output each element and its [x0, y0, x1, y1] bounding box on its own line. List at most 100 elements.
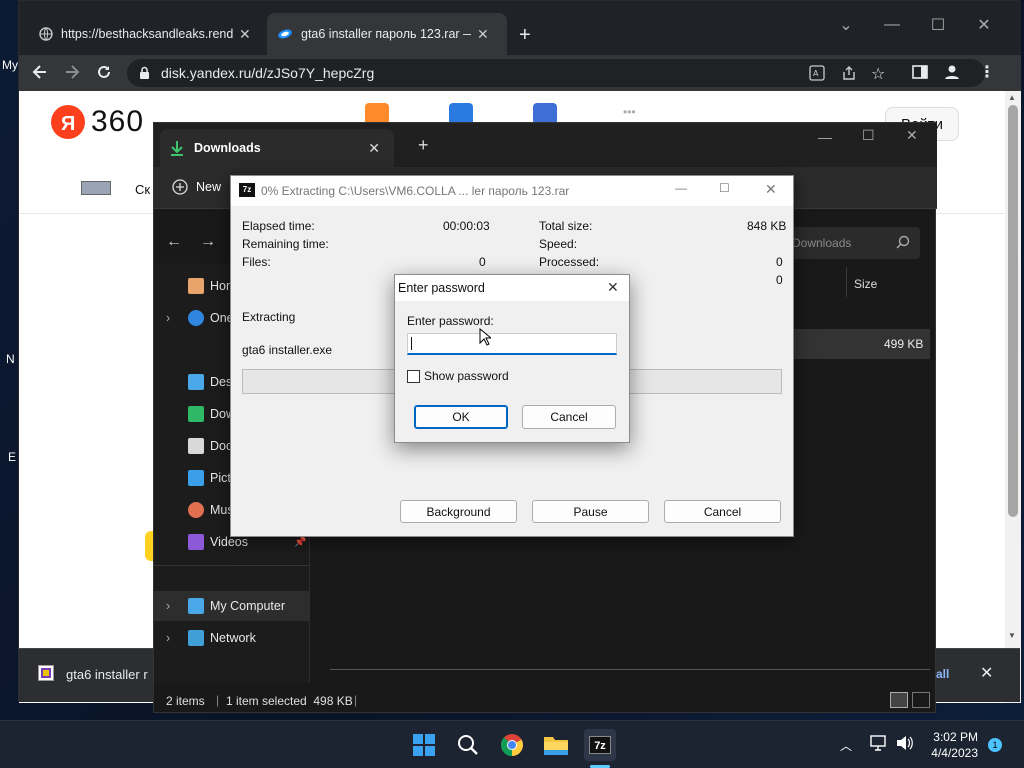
- maximize-icon[interactable]: ☐: [719, 181, 730, 195]
- more-icon[interactable]: •••: [623, 105, 636, 119]
- password-dialog: Enter password ✕ Enter password: Show pa…: [394, 274, 630, 443]
- profile-icon[interactable]: [944, 64, 960, 80]
- cloud-icon: [188, 310, 204, 326]
- column-divider: [846, 267, 847, 297]
- close-window-icon[interactable]: ✕: [906, 127, 918, 144]
- file-explorer-icon[interactable]: [540, 729, 572, 761]
- maximize-icon[interactable]: ☐: [862, 127, 875, 144]
- new-button[interactable]: New: [172, 179, 221, 195]
- home-icon: [188, 278, 204, 294]
- forward-icon[interactable]: →: [200, 233, 216, 251]
- scrollbar-thumb[interactable]: [1008, 105, 1018, 517]
- scroll-up-icon[interactable]: ▲: [1008, 93, 1016, 102]
- close-tab-icon[interactable]: ✕: [239, 26, 251, 43]
- page-scrollbar[interactable]: ▲ ▼: [1005, 91, 1021, 703]
- share-icon[interactable]: [841, 65, 857, 81]
- desktop-icon: [188, 374, 204, 390]
- show-password-checkbox[interactable]: Show password: [407, 369, 509, 383]
- chevron-right-icon[interactable]: ›: [166, 311, 170, 325]
- logo-text: 360: [91, 105, 145, 138]
- download-filename[interactable]: gta6 installer r: [66, 667, 148, 682]
- pin-icon[interactable]: 📌: [294, 537, 306, 548]
- file-size: 499 KB: [884, 337, 924, 351]
- address-bar[interactable]: disk.yandex.ru/d/zJSo7Y_hepcZrg A ☆: [127, 59, 985, 87]
- chevron-up-icon[interactable]: ︿: [840, 737, 852, 754]
- selected-row[interactable]: 499 KB: [794, 329, 930, 359]
- cancel-button[interactable]: Cancel: [664, 500, 781, 523]
- password-label: Enter password:: [407, 314, 494, 328]
- search-icon[interactable]: [896, 235, 910, 249]
- details-view-icon[interactable]: [890, 692, 908, 708]
- browser-tab-active[interactable]: gta6 installer пароль 123.rar — Я ✕: [267, 13, 507, 55]
- volume-icon[interactable]: [896, 735, 914, 751]
- side-panel-icon[interactable]: [912, 64, 928, 80]
- search-icon[interactable]: [452, 729, 484, 761]
- explorer-tab-downloads[interactable]: Downloads ✕: [160, 129, 394, 167]
- selection-info: 1 item selected 498 KB: [226, 694, 353, 708]
- 7zip-taskbar-icon[interactable]: 7z: [584, 729, 616, 761]
- new-tab-icon[interactable]: +: [519, 25, 531, 45]
- clock-date[interactable]: 4/4/2023: [924, 746, 978, 760]
- window-title: 0% Extracting C:\Users\VM6.COLLA ... ler…: [261, 184, 570, 198]
- background-button[interactable]: Background: [400, 500, 517, 523]
- menu-icon[interactable]: ⋮: [979, 62, 995, 82]
- sidebar-label: Videos: [210, 535, 248, 549]
- total-size-label: Total size:: [539, 219, 593, 233]
- scroll-down-icon[interactable]: ▼: [1008, 631, 1016, 640]
- plus-circle-icon: [172, 179, 188, 195]
- tab-search-icon[interactable]: ⌄: [823, 11, 869, 39]
- text-cursor: [411, 337, 412, 350]
- forward-icon[interactable]: [63, 63, 81, 81]
- compressed-value: 0: [776, 273, 783, 287]
- close-icon[interactable]: ✕: [765, 181, 777, 198]
- translate-icon[interactable]: A: [809, 65, 825, 81]
- pause-button[interactable]: Pause: [532, 500, 649, 523]
- back-icon[interactable]: [31, 63, 49, 81]
- close-download-bar-icon[interactable]: ✕: [980, 663, 993, 683]
- minimize-icon[interactable]: —: [869, 11, 915, 39]
- sidebar-item-my-computer[interactable]: › My Computer: [154, 591, 310, 621]
- clock-time[interactable]: 3:02 PM: [928, 730, 978, 744]
- back-icon[interactable]: ←: [166, 233, 182, 251]
- chevron-right-icon[interactable]: ›: [166, 599, 170, 613]
- processed-label: Processed:: [539, 255, 600, 269]
- search-box[interactable]: Downloads: [780, 227, 920, 259]
- close-icon[interactable]: ✕: [607, 279, 619, 296]
- files-value: 0: [479, 255, 486, 269]
- chrome-icon[interactable]: [496, 729, 528, 761]
- tiles-view-icon[interactable]: [912, 692, 930, 708]
- minimize-icon[interactable]: —: [818, 129, 832, 145]
- column-header-size[interactable]: Size: [854, 277, 877, 291]
- url-text: disk.yandex.ru/d/zJSo7Y_hepcZrg: [161, 65, 375, 81]
- reload-icon[interactable]: [95, 63, 113, 81]
- sidebar-item-network[interactable]: › Network: [154, 623, 310, 653]
- display-icon[interactable]: [870, 735, 888, 751]
- bookmark-star-icon[interactable]: ☆: [871, 64, 885, 84]
- close-window-icon[interactable]: ✕: [961, 11, 1007, 39]
- chevron-right-icon[interactable]: ›: [166, 631, 170, 645]
- lock-icon[interactable]: [139, 66, 150, 80]
- close-tab-icon[interactable]: ✕: [368, 140, 380, 157]
- browser-tab[interactable]: https://besthacksandleaks.render ✕: [29, 13, 265, 55]
- taskbar: 7z ︿ 3:02 PM 4/4/2023 1: [0, 720, 1024, 768]
- horizontal-scrollbar[interactable]: [330, 669, 930, 677]
- yandex-logo[interactable]: Я 360: [51, 105, 144, 139]
- new-button-label: New: [196, 180, 222, 194]
- minimize-icon[interactable]: —: [675, 181, 687, 195]
- ok-button[interactable]: OK: [414, 405, 508, 429]
- show-all-link[interactable]: all: [936, 667, 949, 681]
- maximize-icon[interactable]: ☐: [915, 11, 961, 39]
- notification-badge[interactable]: 1: [988, 738, 1002, 752]
- yandex-icon: Я: [51, 105, 85, 139]
- tab-title: gta6 installer пароль 123.rar — Я: [301, 27, 471, 41]
- download-arrow-icon: [170, 140, 184, 156]
- checkbox-box[interactable]: [407, 369, 420, 383]
- new-tab-icon[interactable]: +: [418, 135, 429, 156]
- remaining-label: Remaining time:: [242, 237, 329, 251]
- desktop-label: N: [6, 352, 15, 366]
- close-tab-icon[interactable]: ✕: [477, 26, 489, 43]
- cancel-button[interactable]: Cancel: [522, 405, 616, 429]
- start-icon[interactable]: [408, 729, 440, 761]
- search-placeholder: Downloads: [792, 236, 852, 250]
- password-input[interactable]: [407, 333, 617, 355]
